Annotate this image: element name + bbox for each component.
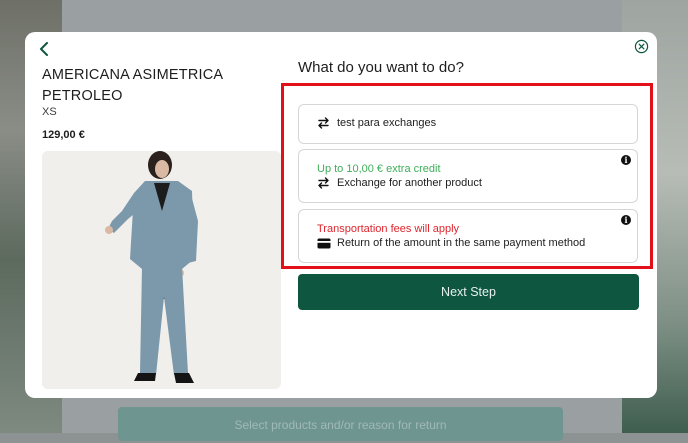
product-size: XS xyxy=(42,106,57,118)
options-highlight-box xyxy=(281,83,653,269)
model-photo xyxy=(42,151,281,389)
product-image xyxy=(42,151,281,389)
product-price: 129,00 € xyxy=(42,129,85,141)
select-products-button: Select products and/or reason for return xyxy=(118,407,563,441)
back-button[interactable] xyxy=(35,40,53,58)
next-step-button[interactable]: Next Step xyxy=(298,274,639,310)
close-icon[interactable] xyxy=(634,39,649,54)
question-heading: What do you want to do? xyxy=(298,59,464,76)
product-title: AMERICANA ASIMETRICA PETROLEO xyxy=(42,67,223,104)
return-options-modal: AMERICANA ASIMETRICA PETROLEO XS 129,00 … xyxy=(25,32,657,398)
chevron-left-icon xyxy=(40,42,48,56)
